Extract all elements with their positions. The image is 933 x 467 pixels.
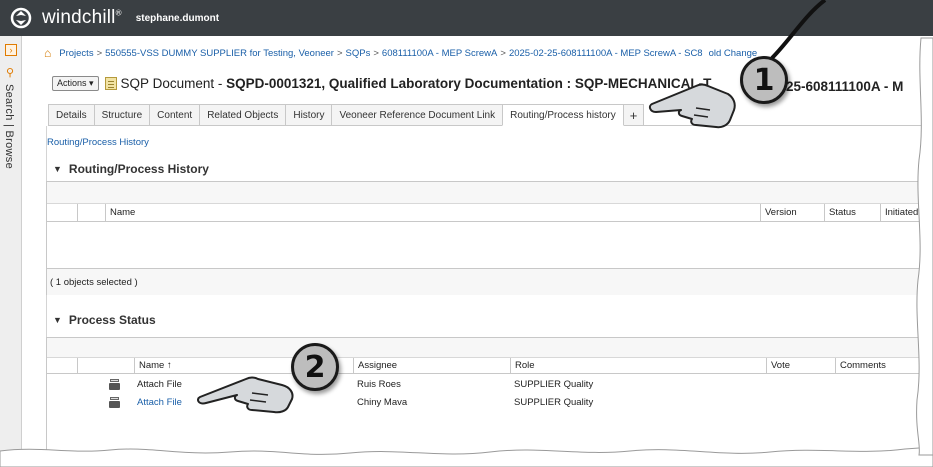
assignee: Ruis Roes bbox=[357, 379, 401, 390]
column-header-name[interactable]: Name bbox=[105, 204, 760, 222]
select-column-header[interactable] bbox=[47, 204, 77, 222]
process-status-table: Name ↑ Assignee Role Vote Comments Attac… bbox=[46, 337, 933, 467]
tab-routing-process-history[interactable]: Routing/Process history bbox=[502, 104, 624, 126]
column-header-role[interactable]: Role bbox=[510, 358, 766, 374]
breadcrumb-item[interactable]: 608111100A - MEP ScrewA bbox=[382, 48, 497, 59]
table-header: Name ↑ Assignee Role Vote Comments bbox=[47, 358, 933, 374]
actions-button[interactable]: Actions ▾ bbox=[52, 76, 99, 91]
tab-structure[interactable]: Structure bbox=[93, 104, 151, 125]
task-name-link[interactable]: Attach File bbox=[137, 394, 182, 411]
workitem-icon bbox=[109, 397, 120, 408]
navigator-label[interactable]: Search | Browse bbox=[3, 84, 15, 169]
routing-history-section-header[interactable]: ▼ Routing/Process History bbox=[53, 162, 209, 176]
search-icon[interactable]: ⚲ bbox=[6, 66, 14, 79]
section-title: Process Status bbox=[68, 313, 156, 327]
step-2-callout: 2 bbox=[291, 343, 339, 391]
tab-content[interactable]: Content bbox=[149, 104, 201, 125]
page-title-continued: 25-608111100A - M bbox=[786, 79, 904, 94]
tab-related-objects[interactable]: Related Objects bbox=[199, 104, 287, 125]
breadcrumb-item[interactable]: SQPs bbox=[346, 48, 371, 59]
breadcrumb-item[interactable]: 2025-02-25-608111100A - MEP ScrewA - SC8 bbox=[509, 48, 703, 59]
process-status-section-header[interactable]: ▼ Process Status bbox=[53, 313, 156, 327]
selection-count: ( 1 objects selected ) bbox=[47, 268, 933, 295]
column-header-version[interactable]: Version bbox=[760, 204, 824, 222]
assignee: Chiny Mava bbox=[357, 397, 408, 408]
column-header-assignee[interactable]: Assignee bbox=[353, 358, 510, 374]
icon-column-header bbox=[77, 358, 105, 374]
document-icon bbox=[104, 77, 117, 90]
chevron-down-icon[interactable]: ▼ bbox=[53, 315, 62, 325]
pointing-hand-icon bbox=[648, 83, 736, 129]
column-header-initiated-by[interactable]: Initiated By bbox=[880, 204, 933, 222]
windchill-logo-icon[interactable] bbox=[10, 7, 32, 29]
tab-veoneer-reference-document-link[interactable]: Veoneer Reference Document Link bbox=[331, 104, 504, 125]
routing-history-table: Name Version Status Initiated By ( 1 obj… bbox=[46, 181, 933, 295]
role: SUPPLIER Quality bbox=[514, 379, 594, 390]
section-title: Routing/Process History bbox=[68, 162, 209, 176]
table-row[interactable]: Attach File Ruis Roes SUPPLIER Quality bbox=[47, 376, 933, 393]
add-tab-button[interactable]: + bbox=[622, 104, 645, 125]
page-title: SQP Document - SQPD-0001321, Qualified L… bbox=[120, 76, 712, 91]
current-user[interactable]: stephane.dumont bbox=[136, 13, 219, 24]
brand-name: windchill® bbox=[42, 7, 122, 28]
workitem-icon bbox=[109, 379, 120, 390]
column-header-status[interactable]: Status bbox=[824, 204, 880, 222]
breadcrumb: ⌂ Projects > 550555-VSS DUMMY SUPPLIER fo… bbox=[44, 46, 758, 60]
role: SUPPLIER Quality bbox=[514, 397, 594, 408]
home-icon[interactable]: ⌂ bbox=[44, 46, 51, 60]
pointer-line-icon bbox=[770, 0, 827, 60]
breadcrumb-item[interactable]: 550555-VSS DUMMY SUPPLIER for Testing, V… bbox=[105, 48, 334, 59]
breadcrumb-item[interactable]: Projects bbox=[59, 48, 93, 59]
expand-navigator-icon[interactable]: › bbox=[5, 44, 17, 56]
column-header-vote[interactable]: Vote bbox=[766, 358, 835, 374]
navigator-rail: › ⚲ Search | Browse bbox=[0, 36, 22, 467]
tab-bar: Details Structure Content Related Object… bbox=[48, 104, 933, 126]
task-name: Attach File bbox=[137, 379, 182, 390]
table-toolbar bbox=[47, 338, 933, 358]
routing-process-history-link[interactable]: Routing/Process History bbox=[47, 137, 149, 148]
column-header-comments[interactable]: Comments bbox=[835, 358, 933, 374]
icon-column-header bbox=[77, 204, 105, 222]
pointing-hand-icon bbox=[197, 376, 294, 414]
table-header: Name Version Status Initiated By bbox=[47, 204, 933, 222]
tab-details[interactable]: Details bbox=[48, 104, 95, 125]
table-row[interactable]: Attach File Chiny Mava SUPPLIER Quality bbox=[47, 394, 933, 411]
table-toolbar bbox=[47, 182, 933, 204]
tab-history[interactable]: History bbox=[285, 104, 333, 125]
select-column-header[interactable] bbox=[47, 358, 77, 374]
object-title-row: Actions ▾ SQP Document - SQPD-0001321, Q… bbox=[52, 76, 711, 91]
chevron-down-icon[interactable]: ▼ bbox=[53, 164, 62, 174]
step-1-callout: 1 bbox=[740, 56, 788, 104]
breadcrumb-item[interactable]: old Change bbox=[709, 48, 758, 59]
